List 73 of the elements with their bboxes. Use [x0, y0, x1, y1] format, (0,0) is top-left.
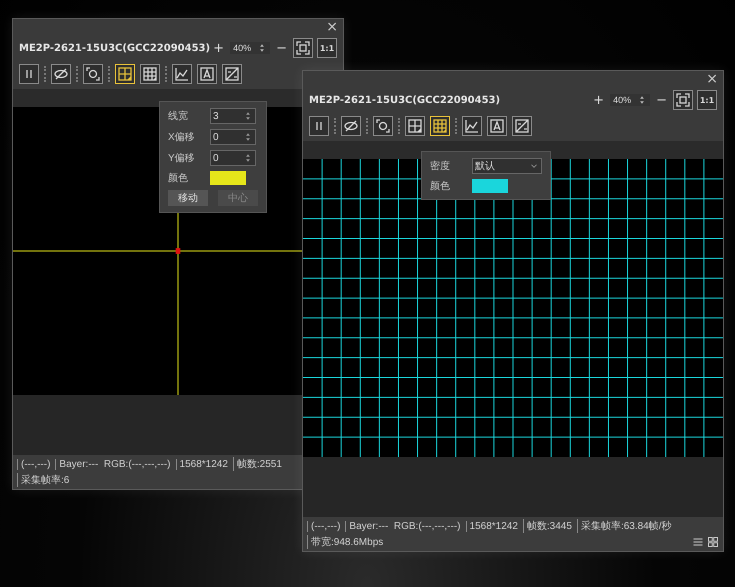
status-text: 帧数:3445 [522, 519, 575, 533]
actual-size-button[interactable]: 1:1 [317, 38, 337, 58]
spinner-icon [243, 111, 253, 121]
list-view-button[interactable] [692, 536, 704, 548]
fit-button[interactable] [673, 90, 693, 110]
crosshair-icon [407, 118, 423, 134]
window-title: ME2P-2621-15U3C(GCC22090453) [19, 42, 210, 54]
grid-view-icon [707, 536, 719, 548]
field-label: Y偏移 [168, 152, 196, 165]
split-square-icon [224, 66, 240, 82]
grid-button[interactable] [430, 116, 450, 136]
status-text: 采集帧率:6 [17, 473, 72, 487]
eye-off-button[interactable] [51, 64, 71, 84]
status-text: (---,---) [17, 458, 54, 470]
camera-button[interactable] [373, 116, 393, 136]
status-text: Bayer:--- RGB:(---,---,---) [55, 458, 174, 470]
zoom-field[interactable]: 40% [230, 42, 270, 54]
zoom-out-button[interactable]: − [654, 92, 669, 108]
fit-screen-icon [295, 40, 311, 56]
color-swatch[interactable] [472, 179, 508, 193]
spinner-icon [243, 132, 253, 142]
grid-icon [142, 66, 158, 82]
zoom-in-button[interactable]: + [591, 92, 606, 108]
field-label: 颜色 [168, 172, 189, 185]
spinner-icon [243, 153, 253, 163]
zoom-out-button[interactable]: − [274, 40, 289, 56]
status-text: 带宽:948.6Mbps [307, 535, 386, 549]
close-button[interactable]: × [321, 19, 343, 35]
split-square-icon [514, 118, 530, 134]
eye-off-icon [343, 118, 359, 134]
crosshair-button[interactable] [405, 116, 425, 136]
field-label: 颜色 [430, 180, 451, 193]
zoom-field[interactable]: 40% [610, 94, 650, 106]
line-chart-button[interactable] [462, 116, 482, 136]
dropdown[interactable]: 默认 [472, 158, 542, 174]
popup-button[interactable]: 移动 [168, 190, 208, 206]
zoom-in-button[interactable]: + [211, 40, 226, 56]
status-text: 1568*1242 [466, 520, 521, 532]
split-square-button[interactable] [512, 116, 532, 136]
close-button[interactable]: × [701, 71, 723, 87]
line-chart-icon [464, 118, 480, 134]
line-chart-icon [174, 66, 190, 82]
eye-off-button[interactable] [341, 116, 361, 136]
number-field[interactable]: 3 [210, 108, 256, 124]
split-square-button[interactable] [222, 64, 242, 84]
line-chart-button[interactable] [172, 64, 192, 84]
pause-button[interactable] [19, 64, 39, 84]
status-text: 1568*1242 [176, 458, 231, 470]
status-text: (---,---) [307, 520, 344, 532]
field-label: X偏移 [168, 131, 196, 144]
number-field[interactable]: 0 [210, 129, 256, 145]
eye-off-icon [53, 66, 69, 82]
crosshair-icon [117, 66, 133, 82]
field-label: 密度 [430, 160, 451, 173]
color-swatch[interactable] [210, 171, 246, 185]
status-text: Bayer:--- RGB:(---,---,---) [345, 520, 464, 532]
actual-size-button[interactable]: 1:1 [697, 90, 717, 110]
camera-icon [85, 66, 101, 82]
camera-icon [375, 118, 391, 134]
pause-button[interactable] [309, 116, 329, 136]
window-title: ME2P-2621-15U3C(GCC22090453) [309, 94, 500, 106]
number-field[interactable]: 0 [210, 150, 256, 166]
status-text: 采集帧率:63.84帧/秒 [576, 519, 675, 533]
grid-button[interactable] [140, 64, 160, 84]
fit-button[interactable] [293, 38, 313, 58]
list-icon [692, 536, 704, 548]
field-label: 线宽 [168, 110, 189, 123]
crosshair-button[interactable] [115, 64, 135, 84]
fit-screen-icon [675, 92, 691, 108]
grid-view-button[interactable] [707, 536, 719, 548]
grid-icon [432, 118, 448, 134]
camera-button[interactable] [83, 64, 103, 84]
status-text: 帧数:2551 [232, 457, 285, 471]
